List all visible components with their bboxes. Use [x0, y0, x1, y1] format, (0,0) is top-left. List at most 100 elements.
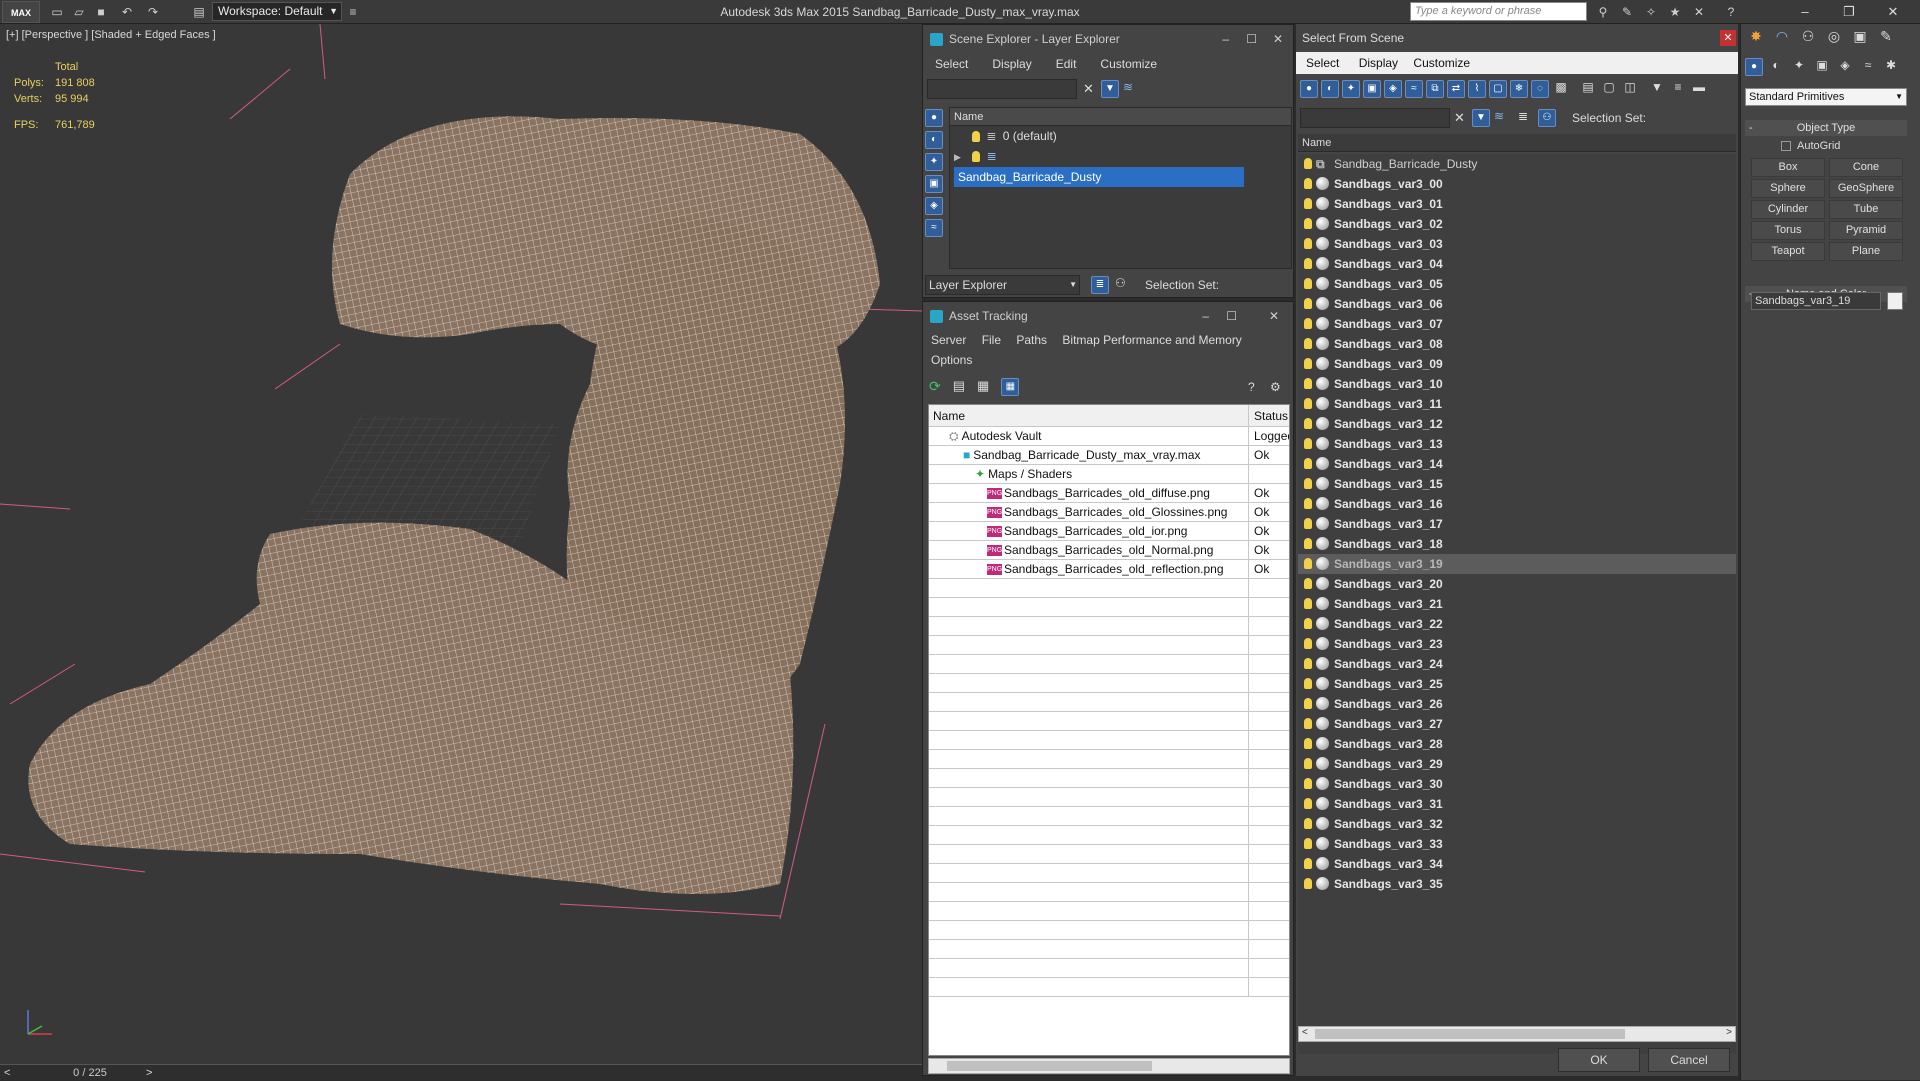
menu-customize[interactable]: Customize [1088, 53, 1169, 75]
menu-options[interactable]: Options [925, 353, 978, 367]
light-bulb-icon[interactable] [1304, 178, 1312, 189]
light-bulb-icon[interactable] [1304, 738, 1312, 749]
light-bulb-icon[interactable] [1304, 318, 1312, 329]
asset-row-empty[interactable] [929, 731, 1289, 750]
time-slider[interactable]: < 0 / 225 > [0, 1064, 922, 1080]
display-all-icon[interactable]: ▩ [1552, 80, 1570, 98]
maximize-icon[interactable]: ☐ [1246, 25, 1257, 53]
scroll-right-icon[interactable]: > [1726, 1027, 1732, 1038]
object-row[interactable]: Sandbags_var3_25 [1298, 674, 1736, 694]
object-row[interactable]: Sandbags_var3_24 [1298, 654, 1736, 674]
geometry-category-icon[interactable]: ● [1745, 58, 1763, 76]
xrefs-filter-icon[interactable]: ⇄ [1447, 80, 1465, 98]
asset-row-empty[interactable] [929, 902, 1289, 921]
torus-button[interactable]: Torus [1751, 221, 1825, 240]
light-bulb-icon[interactable] [1304, 418, 1312, 429]
light-bulb-icon[interactable] [1304, 818, 1312, 829]
hierarchy-tab-icon[interactable]: ⚇ [1797, 28, 1819, 45]
light-bulb-icon[interactable] [1304, 238, 1312, 249]
cameras-category-icon[interactable]: ▣ [1812, 58, 1832, 76]
asset-row-empty[interactable] [929, 750, 1289, 769]
cylinder-button[interactable]: Cylinder [1751, 200, 1825, 219]
light-bulb-icon[interactable] [1304, 498, 1312, 509]
asset-row-empty[interactable] [929, 883, 1289, 902]
close-button[interactable]: ✕ [1874, 0, 1912, 24]
object-row[interactable]: Sandbags_var3_35 [1298, 874, 1736, 894]
autogrid-checkbox[interactable]: AutoGrid [1781, 140, 1840, 152]
scroll-left-icon[interactable]: < [1302, 1027, 1308, 1038]
column-header-name[interactable]: Name [929, 405, 1249, 427]
light-bulb-icon[interactable] [1304, 278, 1312, 289]
clear-search-icon[interactable]: ✕ [1083, 81, 1094, 97]
light-bulb-icon[interactable] [1304, 658, 1312, 669]
light-bulb-icon[interactable] [1304, 158, 1312, 169]
explorer-type-dropdown[interactable]: Layer Explorer ▼ [925, 275, 1080, 295]
column-header-status[interactable]: Status [1250, 405, 1289, 427]
light-bulb-icon[interactable] [1304, 378, 1312, 389]
sort-icon[interactable]: ≡ [1669, 80, 1687, 98]
minimize-icon[interactable]: – [1222, 25, 1229, 53]
display-tab-icon[interactable]: ▣ [1849, 28, 1871, 45]
next-frame-icon[interactable]: > [146, 1065, 152, 1081]
menu-customize[interactable]: Customize [1407, 56, 1476, 70]
scene-explorer-titlebar[interactable]: Scene Explorer - Layer Explorer – ☐ ✕ [923, 25, 1293, 53]
object-list-horizontal-scrollbar[interactable]: < > [1298, 1026, 1736, 1042]
object-row[interactable]: Sandbags_var3_22 [1298, 614, 1736, 634]
restore-button[interactable]: ❐ [1830, 0, 1868, 24]
perspective-viewport[interactable]: [+] [Perspective ] [Shaded + Edged Faces… [0, 24, 922, 1064]
cameras-filter-icon[interactable]: ▣ [1363, 80, 1381, 98]
object-row[interactable]: Sandbags_var3_01 [1298, 194, 1736, 214]
prev-frame-icon[interactable]: < [4, 1065, 10, 1081]
object-color-swatch[interactable] [1887, 292, 1903, 310]
hierarchy-icon[interactable]: ⚇ [1115, 276, 1126, 290]
asset-horizontal-scrollbar[interactable] [928, 1058, 1290, 1074]
light-bulb-icon[interactable] [972, 151, 981, 163]
modify-tab-icon[interactable]: ◠ [1771, 28, 1793, 45]
object-row[interactable]: Sandbags_var3_14 [1298, 454, 1736, 474]
layer-toggle-icon[interactable]: ≣ [1091, 276, 1109, 294]
light-bulb-icon[interactable] [972, 131, 980, 143]
pyramid-button[interactable]: Pyramid [1829, 221, 1903, 240]
workspace-dropdown[interactable]: Workspace: Default ▼ [212, 2, 342, 21]
scrollbar-thumb[interactable] [947, 1061, 1152, 1071]
light-bulb-icon[interactable] [1304, 298, 1312, 309]
menu-icon[interactable]: ≡ [344, 4, 362, 20]
light-bulb-icon[interactable] [1304, 458, 1312, 469]
light-bulb-icon[interactable] [1304, 718, 1312, 729]
menu-display[interactable]: Display [980, 53, 1043, 75]
help-icon[interactable]: ? [1722, 4, 1740, 20]
asset-row[interactable]: PNG Sandbags_Barricades_old_ior.png Ok [929, 522, 1289, 541]
light-bulb-icon[interactable] [1304, 518, 1312, 529]
search-input[interactable]: Type a keyword or phrase [1410, 2, 1587, 21]
object-row[interactable]: Sandbags_var3_17 [1298, 514, 1736, 534]
asset-tracking-titlebar[interactable]: Asset Tracking – ☐ ✕ [923, 302, 1293, 330]
menu-file[interactable]: File [976, 333, 1007, 347]
light-bulb-icon[interactable] [1304, 598, 1312, 609]
menu-display[interactable]: Display [1353, 56, 1404, 70]
select-all-icon[interactable]: ▤ [1579, 80, 1597, 98]
object-row[interactable]: Sandbags_var3_20 [1298, 574, 1736, 594]
light-bulb-icon[interactable] [1304, 638, 1312, 649]
undo-icon[interactable]: ↶ [118, 4, 136, 20]
object-row[interactable]: Sandbags_var3_12 [1298, 414, 1736, 434]
settings-icon[interactable]: ⚙ [1270, 380, 1281, 394]
select-from-scene-titlebar[interactable]: Select From Scene ✕ [1296, 24, 1738, 52]
menu-edit[interactable]: Edit [1044, 53, 1089, 75]
save-icon[interactable]: ■ [92, 4, 110, 20]
select-search-input[interactable] [1300, 108, 1450, 128]
binoculars-icon[interactable]: ⚲ [1594, 4, 1612, 20]
close-icon[interactable]: ✕ [1273, 25, 1283, 53]
select-invert-icon[interactable]: ◫ [1621, 80, 1639, 98]
minimize-icon[interactable]: – [1202, 302, 1209, 330]
object-row[interactable]: Sandbags_var3_07 [1298, 314, 1736, 334]
object-row-parent[interactable]: ⧉ Sandbag_Barricade_Dusty [1298, 154, 1736, 174]
star-icon[interactable]: ★ [1666, 4, 1684, 20]
object-list-header[interactable]: Name [1298, 134, 1736, 152]
cone-button[interactable]: Cone [1829, 158, 1903, 177]
help-icon[interactable]: ? [1248, 380, 1255, 394]
light-bulb-icon[interactable] [1304, 618, 1312, 629]
object-row[interactable]: Sandbags_var3_28 [1298, 734, 1736, 754]
shapes-filter-icon[interactable]: ◐ [1321, 80, 1339, 98]
select-none-icon[interactable]: ▢ [1600, 80, 1618, 98]
asset-row-empty[interactable] [929, 959, 1289, 978]
